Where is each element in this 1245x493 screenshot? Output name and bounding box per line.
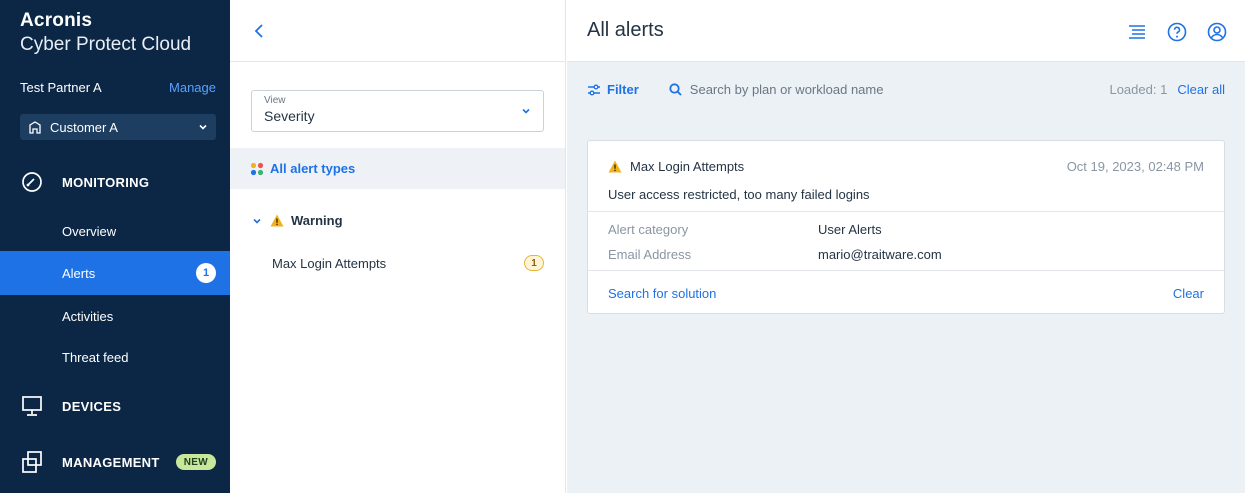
nav-section-label: MONITORING — [62, 174, 150, 190]
chevron-down-icon — [253, 218, 261, 224]
field-value: mario@traitware.com — [818, 247, 942, 262]
customer-label: Customer A — [50, 119, 118, 135]
divider — [588, 211, 1224, 212]
brand-name: Acronis — [20, 10, 93, 31]
brand-logo: Acronis Cyber Protect Cloud — [20, 10, 191, 58]
field-key: Alert category — [608, 222, 689, 237]
customer-selector[interactable]: Customer A — [20, 114, 216, 140]
alert-field-email: Email Address mario@traitware.com — [608, 247, 942, 262]
alert-card-header: Max Login Attempts Oct 19, 2023, 02:48 P… — [608, 159, 1204, 174]
filter-button[interactable]: Filter — [587, 82, 639, 97]
management-icon — [22, 451, 42, 473]
all-alert-types-label: All alert types — [270, 161, 356, 176]
nav-section-label: MANAGEMENT — [62, 454, 160, 470]
clear-all-link[interactable]: Clear all — [1177, 82, 1225, 97]
list-icon[interactable] — [1127, 22, 1147, 42]
middle-header — [230, 0, 565, 62]
field-value: User Alerts — [818, 222, 882, 237]
nav-section-management[interactable]: MANAGEMENT NEW — [0, 440, 230, 484]
loaded-count: Loaded: 1 — [1109, 82, 1168, 97]
alert-types-dots-icon — [250, 162, 264, 175]
alert-type-item[interactable]: Max Login Attempts 1 — [272, 255, 544, 271]
filter-icon — [588, 84, 600, 95]
back-arrow-icon[interactable] — [252, 23, 268, 39]
all-alert-types-item[interactable]: All alert types — [230, 148, 565, 189]
alert-types-panel: View Severity All alert types Warning Ma… — [230, 0, 566, 493]
nav-section-label: DEVICES — [62, 398, 122, 414]
chevron-down-icon — [199, 124, 207, 130]
help-icon[interactable] — [1167, 22, 1187, 42]
brand-product: Cyber Protect Cloud — [20, 34, 192, 55]
monitor-icon — [22, 396, 42, 416]
warning-group-toggle[interactable]: Warning — [252, 213, 343, 228]
field-key: Email Address — [608, 247, 692, 262]
search-box — [669, 82, 950, 97]
alert-field-category: Alert category User Alerts — [608, 222, 882, 237]
alerts-main-panel: All alerts Filter Search by plan or work… — [567, 0, 1245, 493]
filter-label: Filter — [607, 82, 639, 97]
search-input[interactable] — [689, 82, 950, 97]
view-select[interactable]: View Severity — [251, 90, 544, 132]
page-title: All alerts — [587, 19, 664, 41]
nav-section-devices[interactable]: DEVICES — [0, 384, 230, 428]
sidebar-item-label: Alerts — [62, 265, 96, 281]
view-select-label: View — [264, 95, 286, 106]
alert-card: Max Login Attempts Oct 19, 2023, 02:48 P… — [587, 140, 1225, 314]
manage-link[interactable]: Manage — [169, 80, 216, 95]
search-for-solution-link[interactable]: Search for solution — [608, 286, 716, 301]
alert-count-badge: 1 — [524, 255, 544, 271]
new-badge: NEW — [175, 454, 216, 470]
sidebar-item-label: Threat feed — [62, 349, 129, 365]
sidebar: Acronis Cyber Protect Cloud Test Partner… — [0, 0, 230, 493]
warning-group-label: Warning — [291, 213, 343, 228]
account-icon[interactable] — [1207, 22, 1227, 42]
sidebar-item-threat-feed[interactable]: Threat feed — [0, 335, 230, 379]
sidebar-item-activities[interactable]: Activities — [0, 294, 230, 338]
gauge-icon — [22, 172, 42, 192]
clear-alert-link[interactable]: Clear — [1173, 286, 1204, 301]
alert-description: User access restricted, too many failed … — [608, 187, 870, 202]
view-select-value: Severity — [264, 108, 315, 124]
sidebar-item-alerts[interactable]: Alerts 1 — [0, 251, 230, 295]
search-icon — [669, 83, 682, 96]
alert-timestamp: Oct 19, 2023, 02:48 PM — [1066, 159, 1204, 174]
header-icons — [1127, 22, 1227, 42]
sidebar-item-label: Activities — [62, 308, 114, 324]
alert-card-footer: Search for solution Clear — [608, 286, 1204, 301]
partner-row: Test Partner A Manage — [20, 80, 216, 95]
sidebar-item-label: Overview — [62, 223, 117, 239]
alert-type-label: Max Login Attempts — [272, 255, 387, 271]
chevron-down-icon — [522, 108, 530, 114]
warning-icon — [608, 160, 622, 173]
alerts-count-badge: 1 — [196, 263, 216, 283]
nav-section-monitoring[interactable]: MONITORING — [0, 160, 230, 204]
building-icon — [29, 121, 41, 134]
warning-icon — [270, 214, 284, 227]
divider — [588, 270, 1224, 271]
partner-name: Test Partner A — [20, 80, 102, 95]
alerts-toolbar: Filter Loaded: 1 Clear all — [587, 82, 1225, 97]
alert-card-title: Max Login Attempts — [630, 159, 745, 174]
sidebar-item-overview[interactable]: Overview — [0, 209, 230, 253]
